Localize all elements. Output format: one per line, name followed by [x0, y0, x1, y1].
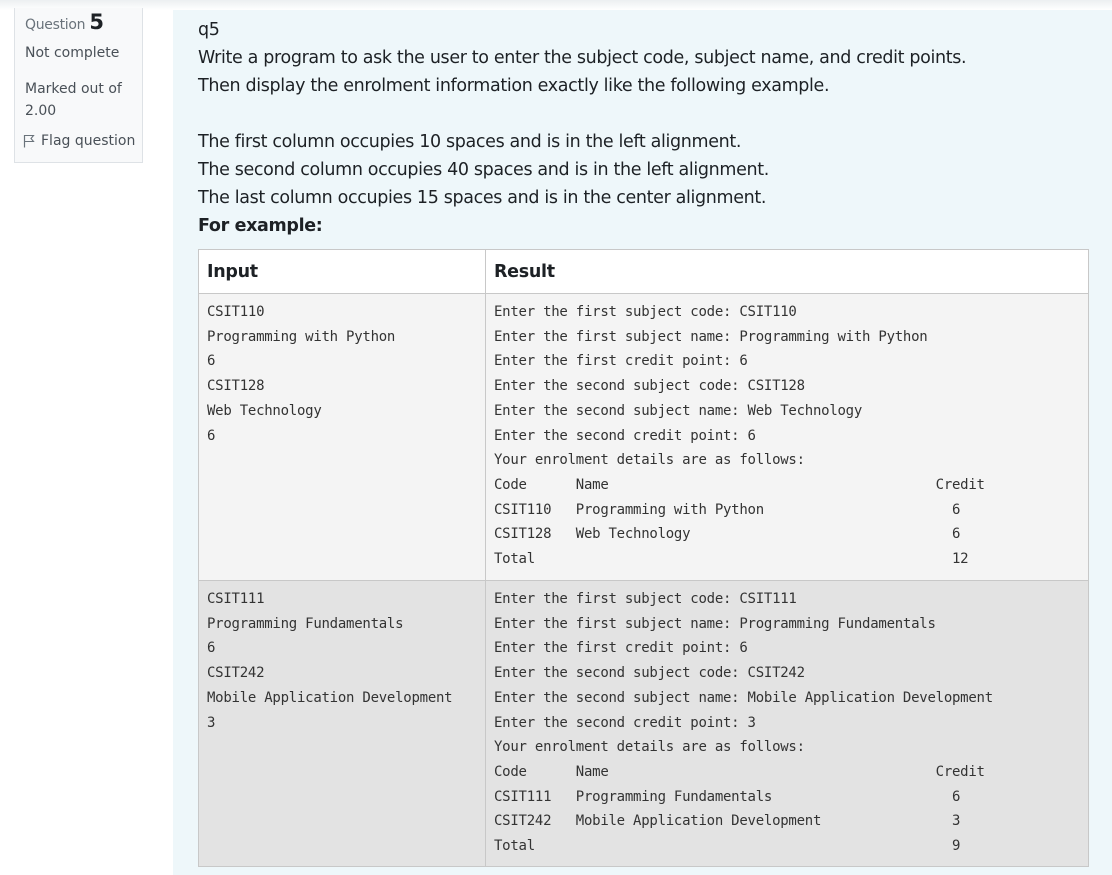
input-column-header: Input [198, 249, 486, 294]
table-row: CSIT110 Programming with Python 6 CSIT12… [198, 293, 1089, 581]
flag-question-button[interactable]: Flag question [23, 133, 135, 149]
result-cell: Enter the first subject code: CSIT110 En… [485, 293, 1089, 581]
question-info-box: Question 5 Not complete Marked out of 2.… [14, 8, 143, 163]
question-text: q5 Write a program to ask the user to en… [198, 16, 967, 240]
top-shadow [0, 0, 1112, 10]
question-line-5: The last column occupies 15 spaces and i… [198, 188, 767, 208]
result-text: Enter the first subject code: CSIT110 En… [494, 304, 985, 568]
question-line-3: The first column occupies 10 spaces and … [198, 132, 742, 152]
question-number-value: 5 [89, 10, 104, 34]
flag-icon [23, 134, 35, 148]
question-state: Not complete [25, 45, 120, 61]
result-column-header: Result [485, 249, 1089, 294]
question-label: Question [25, 17, 86, 33]
question-title: q5 [198, 20, 220, 40]
question-number: Question 5 [25, 10, 104, 34]
input-text: CSIT111 Programming Fundamentals 6 CSIT2… [207, 591, 453, 731]
input-cell: CSIT110 Programming with Python 6 CSIT12… [198, 293, 486, 581]
table-header-row: Input Result [198, 249, 1089, 294]
example-label: For example: [198, 216, 323, 236]
table-row: CSIT111 Programming Fundamentals 6 CSIT2… [198, 580, 1089, 867]
question-grade: Marked out of 2.00 [25, 81, 122, 119]
question-line-1: Write a program to ask the user to enter… [198, 48, 967, 68]
question-content: q5 Write a program to ask the user to en… [173, 10, 1112, 875]
question-line-4: The second column occupies 40 spaces and… [198, 160, 769, 180]
input-cell: CSIT111 Programming Fundamentals 6 CSIT2… [198, 580, 486, 867]
result-text: Enter the first subject code: CSIT111 En… [494, 591, 993, 855]
flag-question-label: Flag question [41, 133, 136, 149]
input-text: CSIT110 Programming with Python 6 CSIT12… [207, 304, 396, 444]
question-line-2: Then display the enrolment information e… [198, 76, 830, 96]
result-cell: Enter the first subject code: CSIT111 En… [485, 580, 1089, 867]
example-table: Input Result CSIT110 Programming with Py… [198, 249, 1089, 867]
